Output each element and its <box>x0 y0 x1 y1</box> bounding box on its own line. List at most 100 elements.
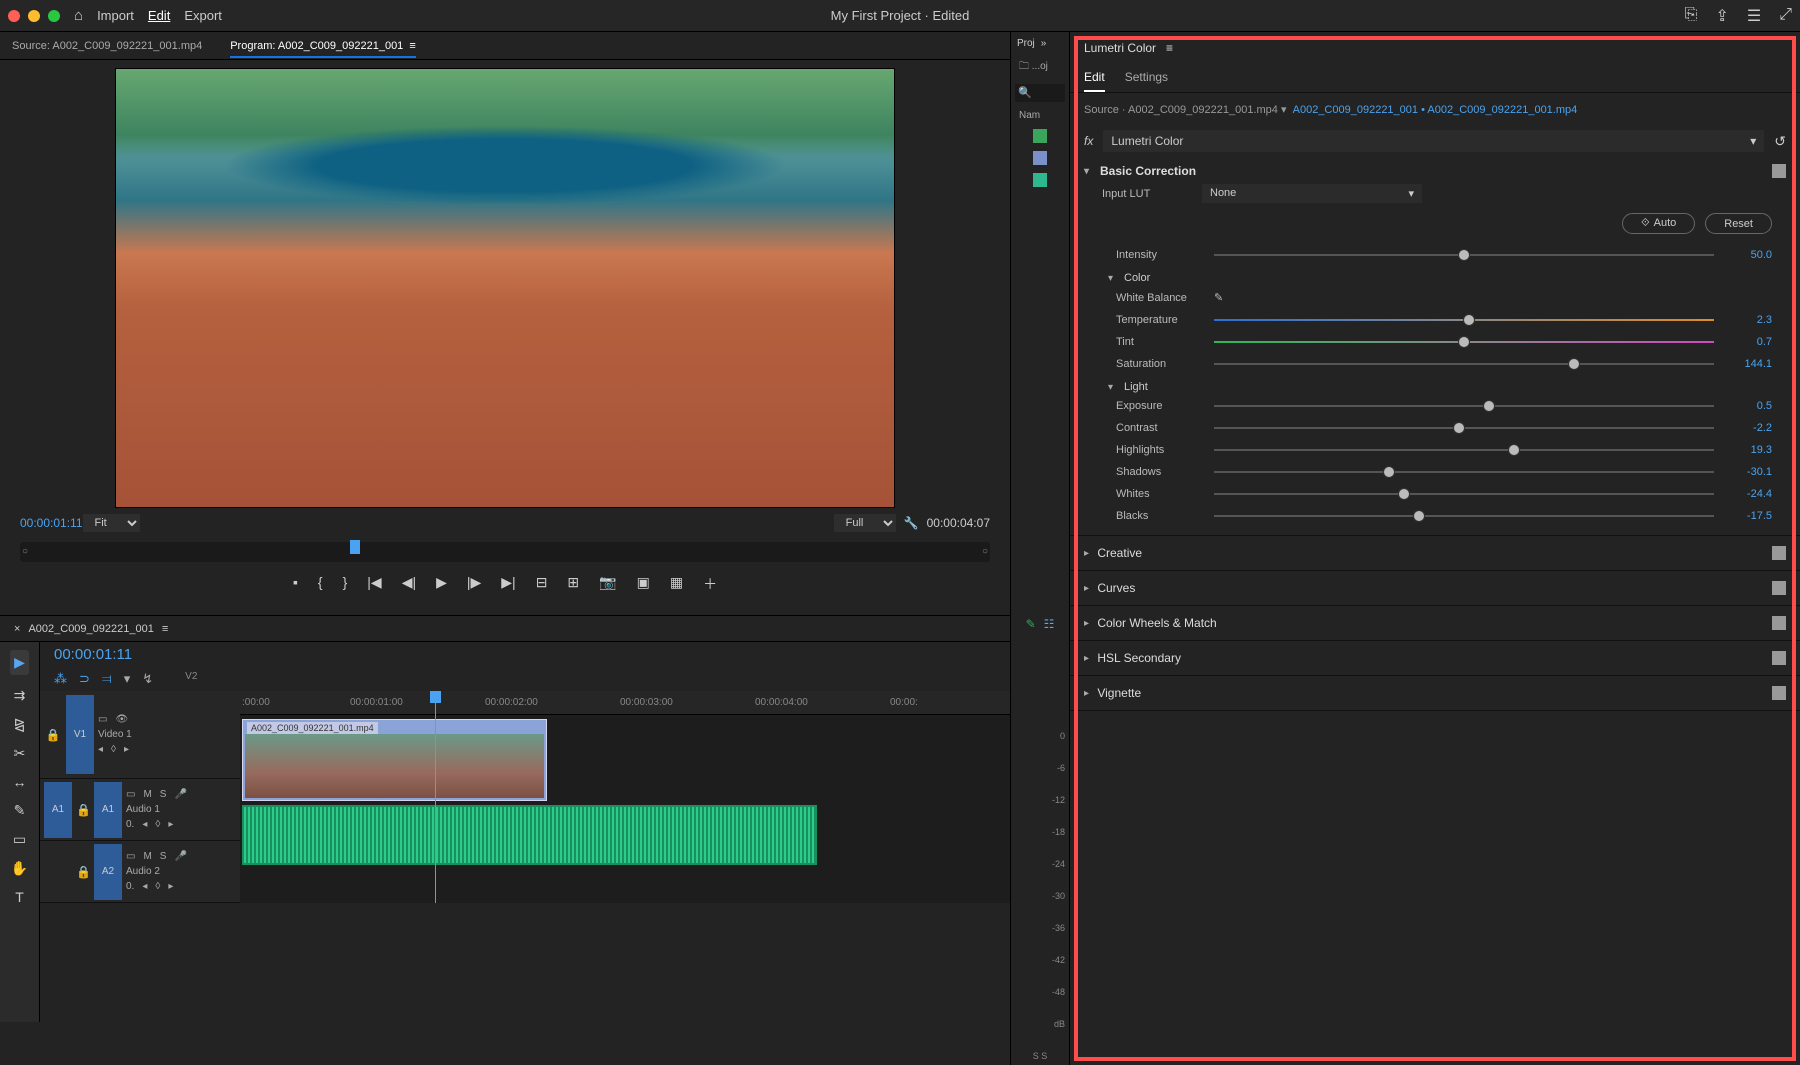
add-button-icon[interactable]: ＋ <box>703 574 717 594</box>
video-canvas[interactable] <box>115 68 895 508</box>
intensity-value[interactable]: 50.0 <box>1724 249 1772 261</box>
go-to-in-icon[interactable]: |◀ <box>367 574 381 594</box>
rectangle-tool-icon[interactable]: ▭ <box>13 831 26 848</box>
eyedropper-icon[interactable]: ✎ <box>1214 291 1223 304</box>
blacks-slider[interactable] <box>1214 515 1714 517</box>
step-back-icon[interactable]: ◀| <box>402 574 416 594</box>
intensity-slider[interactable] <box>1214 254 1714 256</box>
highlights-value[interactable]: 19.3 <box>1724 444 1772 456</box>
expand-icon[interactable]: » <box>1041 38 1047 49</box>
program-tab[interactable]: Program: A002_C009_092221_001 ≡ <box>230 40 416 58</box>
hand-tool-icon[interactable]: ✋ <box>11 860 28 877</box>
label-green[interactable] <box>1033 129 1047 143</box>
maximize-window-button[interactable] <box>48 10 60 22</box>
fullscreen-icon[interactable]: ⤢ <box>1779 6 1792 26</box>
step-forward-icon[interactable]: |▶ <box>467 574 481 594</box>
toggle-output-icon[interactable]: ▭ <box>98 714 107 725</box>
reset-effect-icon[interactable]: ↺ <box>1774 133 1786 150</box>
sequence-tab[interactable]: A002_C009_092221_001 <box>28 623 153 635</box>
folder-icon[interactable]: 🗀 <box>1019 61 1029 72</box>
auto-button[interactable]: ⟐Auto <box>1622 213 1695 234</box>
fx-badge-icon[interactable]: fx <box>1084 134 1093 148</box>
workspace-menu-icon[interactable]: ☰ <box>1747 6 1761 26</box>
razor-tool-icon[interactable]: ✂ <box>14 745 26 762</box>
mic-icon[interactable]: 🎤 <box>174 789 186 800</box>
timecode-current[interactable]: 00:00:01:11 <box>20 516 83 530</box>
exposure-slider[interactable] <box>1214 405 1714 407</box>
whites-value[interactable]: -24.4 <box>1724 488 1772 500</box>
insert-mode-icon[interactable]: ⫤ <box>102 671 112 687</box>
basic-correction-header[interactable]: ▾Basic Correction <box>1084 164 1786 178</box>
temperature-value[interactable]: 2.3 <box>1724 314 1772 326</box>
sequence-link[interactable]: A002_C009_092221_001 <box>1293 104 1421 116</box>
snap-icon[interactable]: ⁂ <box>54 671 67 687</box>
close-window-button[interactable] <box>8 10 20 22</box>
pen-tool-icon[interactable]: ✎ <box>14 802 26 819</box>
resolution-select[interactable]: Full <box>834 514 896 532</box>
effect-select[interactable]: Lumetri Color▾ <box>1103 130 1764 152</box>
project-tab[interactable]: Proj <box>1017 38 1035 49</box>
label-teal[interactable] <box>1033 173 1047 187</box>
color-wheels-section[interactable]: ▸ Color Wheels & Match <box>1070 606 1800 641</box>
temperature-slider[interactable] <box>1214 319 1714 321</box>
track-select-tool-icon[interactable]: ⇉ <box>14 687 26 704</box>
lumetri-settings-tab[interactable]: Settings <box>1125 64 1168 92</box>
curves-section[interactable]: ▸ Curves <box>1070 571 1800 606</box>
shadows-value[interactable]: -30.1 <box>1724 466 1772 478</box>
color-subsection[interactable]: ▾Color <box>1084 266 1786 286</box>
shadows-slider[interactable] <box>1214 471 1714 473</box>
hsl-toggle[interactable] <box>1772 651 1786 665</box>
creative-section[interactable]: ▸ Creative <box>1070 536 1800 571</box>
quick-export-icon[interactable]: ⎘ <box>1685 6 1698 26</box>
mark-in-icon[interactable]: { <box>318 574 323 594</box>
mute-icon[interactable]: ▭ <box>126 789 135 800</box>
v1-target[interactable]: V1 <box>66 695 94 774</box>
label-blue[interactable] <box>1033 151 1047 165</box>
saturation-value[interactable]: 144.1 <box>1724 358 1772 370</box>
contrast-slider[interactable] <box>1214 427 1714 429</box>
menu-import[interactable]: Import <box>97 8 134 23</box>
time-ruler[interactable]: :00:00 00:00:01:00 00:00:02:00 00:00:03:… <box>240 691 1010 715</box>
tab-menu-icon[interactable]: ≡ <box>409 40 415 52</box>
whites-slider[interactable] <box>1214 493 1714 495</box>
tint-slider[interactable] <box>1214 341 1714 343</box>
vignette-section[interactable]: ▸ Vignette <box>1070 676 1800 711</box>
slip-tool-icon[interactable]: ↔ <box>13 774 27 790</box>
menu-export[interactable]: Export <box>184 8 222 23</box>
menu-edit[interactable]: Edit <box>148 8 170 23</box>
marker-tool-icon[interactable]: ▾ <box>124 671 131 687</box>
go-to-out-icon[interactable]: ▶| <box>501 574 515 594</box>
chevron-down-icon[interactable]: ▾ <box>1281 104 1287 116</box>
scrub-playhead[interactable] <box>350 540 360 554</box>
proxy-icon[interactable]: ▦ <box>670 574 683 594</box>
minimize-window-button[interactable] <box>28 10 40 22</box>
reset-button[interactable]: Reset <box>1705 213 1772 234</box>
light-subsection[interactable]: ▾Light <box>1084 375 1786 395</box>
home-icon[interactable]: ⌂ <box>74 7 83 24</box>
a1-header[interactable]: A1 🔒 A1 ▭MS🎤 Audio 1 0.◂◊▸ <box>40 779 240 841</box>
extract-icon[interactable]: ⊞ <box>567 574 579 594</box>
v1-header[interactable]: 🔒 V1 ▭👁 Video 1 ◂◊▸ <box>40 691 240 779</box>
timeline-playhead[interactable] <box>435 691 436 903</box>
curves-toggle[interactable] <box>1772 581 1786 595</box>
eye-icon[interactable]: 👁 <box>115 714 128 725</box>
basic-correction-toggle[interactable] <box>1772 164 1786 178</box>
contrast-value[interactable]: -2.2 <box>1724 422 1772 434</box>
zoom-fit-select[interactable]: Fit <box>83 514 140 532</box>
marker-icon[interactable]: ▪ <box>293 574 298 594</box>
saturation-slider[interactable] <box>1214 363 1714 365</box>
list-view-icon[interactable]: ☷ <box>1044 617 1055 631</box>
sequence-menu-icon[interactable]: ≡ <box>162 623 168 635</box>
snapshot-icon[interactable]: 📷 <box>599 574 616 594</box>
pen-color-icon[interactable]: ✎ <box>1026 617 1036 631</box>
a1-target[interactable]: A1 <box>94 782 122 838</box>
mark-out-icon[interactable]: } <box>343 574 348 594</box>
search-input[interactable] <box>1015 84 1065 102</box>
blacks-value[interactable]: -17.5 <box>1724 510 1772 522</box>
a2-header[interactable]: 🔒 A2 ▭MS🎤 Audio 2 0.◂◊▸ <box>40 841 240 903</box>
settings-tool-icon[interactable]: ↯ <box>142 671 153 687</box>
lumetri-edit-tab[interactable]: Edit <box>1084 64 1105 92</box>
video-clip[interactable]: A002_C009_092221_001.mp4 <box>242 719 547 801</box>
colorwheels-toggle[interactable] <box>1772 616 1786 630</box>
a2-target[interactable]: A2 <box>94 844 122 900</box>
